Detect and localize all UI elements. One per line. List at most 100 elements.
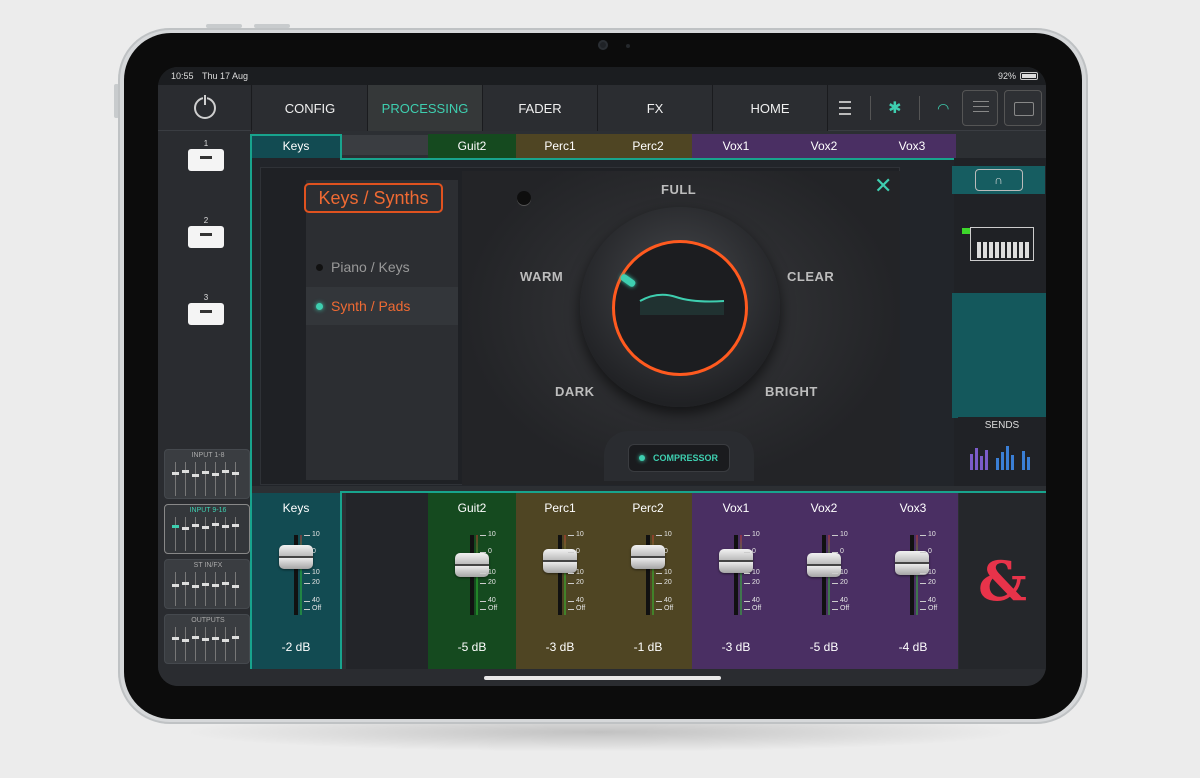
- bank-label: INPUT 9-16: [189, 507, 227, 514]
- label-clear: CLEAR: [787, 269, 835, 284]
- strip-name: Perc2: [632, 501, 664, 515]
- strip-name: Guit2: [457, 501, 487, 515]
- selection-frame: [340, 158, 1046, 160]
- folder-button[interactable]: [1004, 90, 1042, 126]
- preset-item-synth-pads[interactable]: Synth / Pads: [306, 287, 458, 325]
- label-bright: BRIGHT: [765, 384, 818, 399]
- bluetooth-icon[interactable]: ✱: [888, 98, 901, 118]
- ambient-sensor: [626, 44, 630, 48]
- bank-label: INPUT 1-8: [191, 452, 225, 459]
- channel-tab-vox3[interactable]: Vox3: [868, 134, 956, 158]
- level-meter: [916, 535, 918, 615]
- channel-tab-bar: Keys Guit2 Perc1 Perc2 Vox1 Vox2 Vox3: [252, 131, 1046, 158]
- reset-dot-button[interactable]: [517, 191, 531, 205]
- folder-icon: [1014, 102, 1034, 116]
- scene-number: 1: [203, 139, 209, 148]
- connection-icons: ✱ ◠: [828, 85, 958, 131]
- label-dark: DARK: [555, 384, 595, 399]
- tab-config[interactable]: CONFIG: [253, 85, 368, 131]
- menu-button[interactable]: [962, 90, 998, 126]
- scene-button-2[interactable]: 2: [188, 216, 224, 250]
- main-tabs: CONFIG PROCESSING FADER FX HOME: [253, 85, 828, 131]
- fader-track: [558, 535, 562, 615]
- radio-indicator: [316, 263, 323, 271]
- tab-fx[interactable]: FX: [598, 85, 713, 131]
- selection-frame: [250, 134, 340, 136]
- stage: 10:55 Thu 17 Aug 92% CONFIG PROCESSING F…: [0, 0, 1200, 778]
- scene-icon: [188, 226, 224, 248]
- fader-handle[interactable]: [895, 551, 929, 575]
- power-button[interactable]: [158, 85, 252, 131]
- bank-input-1-8[interactable]: INPUT 1-8: [164, 449, 250, 499]
- scene-button-3[interactable]: 3: [188, 293, 224, 327]
- strip-level: -5 dB: [809, 640, 839, 654]
- fader-track: [734, 535, 738, 615]
- channel-strip-perc2: Perc2 10 0 10 20 40 Off -1 dB: [604, 493, 692, 669]
- fader-handle[interactable]: [279, 545, 313, 569]
- status-time: 10:55: [171, 71, 194, 81]
- scene-sidebar: 1 2 3 INPUT 1-8 INPUT 9-16 ST IN/FX OUTP…: [158, 131, 252, 686]
- preset-list: [306, 180, 458, 480]
- scene-icon: [188, 303, 224, 325]
- bank-label: ST IN/FX: [193, 562, 223, 569]
- preset-item-piano-keys[interactable]: Piano / Keys: [306, 248, 458, 286]
- selection-frame: [340, 134, 342, 160]
- status-date: Thu 17 Aug: [202, 71, 249, 81]
- compressor-label: COMPRESSOR: [653, 453, 719, 463]
- power-icon: [193, 94, 216, 119]
- status-bar: 10:55 Thu 17 Aug 92%: [158, 67, 1046, 85]
- scene-number: 2: [203, 216, 209, 225]
- strip-name: Keys: [282, 501, 310, 515]
- strip-level: -2 dB: [281, 640, 311, 654]
- keyboard-icon: [970, 227, 1034, 261]
- channel-tab-blank: [342, 135, 428, 155]
- bank-input-9-16[interactable]: INPUT 9-16: [164, 504, 250, 554]
- top-nav: CONFIG PROCESSING FADER FX HOME ✱ ◠: [158, 85, 1046, 131]
- channel-tab-vox2[interactable]: Vox2: [780, 134, 868, 158]
- battery-icon: [1020, 72, 1038, 80]
- wifi-icon[interactable]: ◠: [937, 100, 949, 117]
- tab-fader[interactable]: FADER: [483, 85, 598, 131]
- divider: [918, 96, 920, 120]
- channel-tab-keys[interactable]: Keys: [252, 134, 340, 158]
- channel-strip-vox3: Vox3 10 0 10 20 40 Off -4 dB: [868, 493, 958, 669]
- radio-indicator: [316, 302, 323, 310]
- scene-icon: [188, 149, 224, 171]
- strip-level: -5 dB: [457, 640, 487, 654]
- app-screen: 10:55 Thu 17 Aug 92% CONFIG PROCESSING F…: [158, 67, 1046, 686]
- sends-label: SENDS: [984, 420, 1020, 431]
- preset-category-title[interactable]: Keys / Synths: [304, 183, 443, 213]
- eq-curve-icon: [639, 293, 725, 315]
- close-icon[interactable]: ✕: [874, 175, 892, 197]
- fader-track: [910, 535, 914, 615]
- usb-icon: [837, 97, 853, 119]
- channel-tab-vox1[interactable]: Vox1: [692, 134, 780, 158]
- battery-percent: 92%: [997, 71, 1016, 81]
- preset-label: Piano / Keys: [331, 259, 410, 275]
- strip-name: Perc1: [544, 501, 576, 515]
- fader-handle[interactable]: [631, 545, 665, 569]
- channel-strip-vox2: Vox2 10 0 10 20 40 Off -5 dB: [780, 493, 868, 669]
- scene-button-1[interactable]: 1: [188, 139, 224, 173]
- selection-frame: [340, 491, 342, 669]
- strip-level: -3 dB: [721, 640, 751, 654]
- compressor-button[interactable]: COMPRESSOR: [628, 444, 730, 472]
- sends-button[interactable]: SENDS: [958, 417, 1046, 472]
- brand-logo: &: [959, 493, 1046, 669]
- channel-strip-keys: Keys 10 0 10 20 40 Off -2 dB: [252, 493, 340, 669]
- headphones-button[interactable]: ∩: [952, 166, 1045, 194]
- channel-tab-perc2[interactable]: Perc2: [604, 134, 692, 158]
- channel-strip-perc1: Perc1 10 0 10 20 40 Off -3 dB: [516, 493, 604, 669]
- strip-level: -1 dB: [633, 640, 663, 654]
- bank-outputs[interactable]: OUTPUTS: [164, 614, 250, 664]
- empty-strip: [346, 493, 428, 669]
- channel-strip-vox1: Vox1 10 0 10 20 40 Off -3 dB: [692, 493, 780, 669]
- tab-home[interactable]: HOME: [713, 85, 828, 131]
- bank-st-in-fx[interactable]: ST IN/FX: [164, 559, 250, 609]
- strip-level: -3 dB: [545, 640, 575, 654]
- tab-processing[interactable]: PROCESSING: [368, 85, 483, 131]
- channel-tab-perc1[interactable]: Perc1: [516, 134, 604, 158]
- home-indicator[interactable]: [484, 676, 721, 680]
- channel-tab-guit2[interactable]: Guit2: [428, 134, 516, 158]
- bank-label: OUTPUTS: [191, 617, 225, 624]
